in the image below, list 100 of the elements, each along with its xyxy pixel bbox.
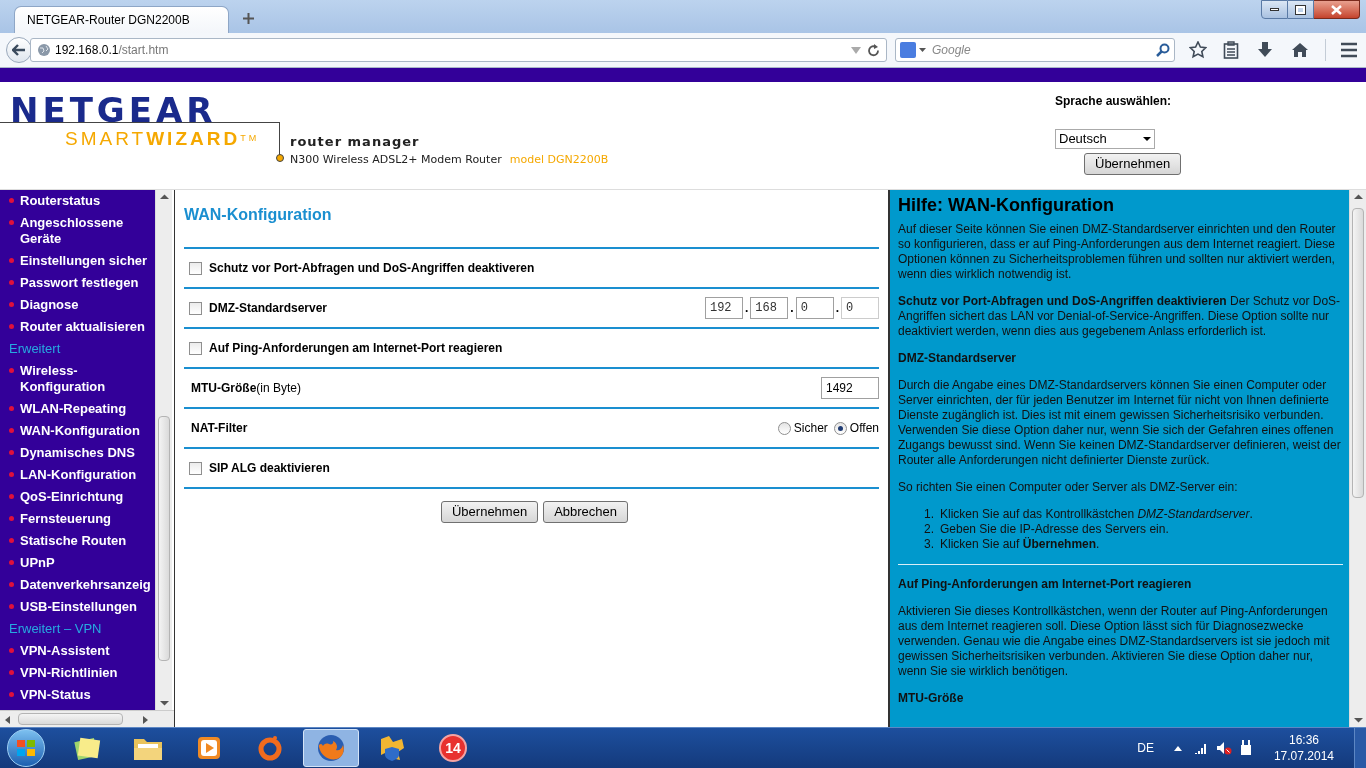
sidebar-link[interactable]: Router aktualisieren [20, 319, 145, 335]
list-number: 1. [924, 507, 935, 522]
sidebar-link[interactable]: Wireless-Konfiguration [20, 363, 106, 395]
bullet-icon [9, 582, 14, 587]
sidebar-link[interactable]: VPN-Richtlinien [20, 665, 118, 681]
clipboard-icon[interactable] [1223, 41, 1239, 59]
sidebar-link[interactable]: WAN-Konfiguration [20, 423, 140, 439]
sidebar-link[interactable]: Einstellungen sicher [20, 253, 148, 269]
apply-button[interactable]: Übernehmen [440, 501, 539, 523]
sidebar-link[interactable]: LAN-Konfiguration [20, 467, 137, 483]
bullet-icon [9, 494, 14, 499]
sidebar-link[interactable]: Dynamisches DNS [20, 445, 135, 461]
list-item: Klicken Sie auf das Kontrollkästchen DMZ-Standardserver. [940, 507, 1253, 522]
caret-icon[interactable] [919, 48, 926, 52]
home-icon[interactable] [1291, 42, 1309, 58]
sidebar-link[interactable]: Passwort festlegen [20, 275, 139, 291]
sidebar-link[interactable]: UPnP [20, 555, 55, 571]
sidebar-link[interactable]: WLAN-Repeating [20, 401, 127, 417]
search-field[interactable]: Google [895, 38, 1175, 62]
field-label: NAT-Filter [191, 420, 248, 437]
new-tab-icon[interactable] [243, 13, 254, 24]
restore-icon[interactable] [1288, 0, 1314, 19]
clock-time[interactable]: 16:36 [1288, 732, 1319, 748]
power-plug-icon[interactable] [1239, 740, 1252, 756]
radio-label: Sicher [793, 420, 828, 437]
scroll-down-icon[interactable] [1354, 717, 1363, 723]
option-label: DMZ-Standardserver [209, 300, 328, 317]
back-arrow-icon [12, 44, 26, 56]
mtu-field[interactable]: 1492 [821, 377, 879, 399]
help-paragraph: Schutz vor Port-Abfragen und DoS-Angriffen deaktivieren Der Schutz vor DoS-Angriffen sichert das LAN vor Denial-of-Service-Angriffen. Diese Option sollte nur deaktiviert werden, wenn dies aus gegebenem Anlass erforderlich ist. [898, 294, 1342, 339]
ip-octet-field[interactable]: 0 [795, 297, 834, 319]
radio-button[interactable] [833, 421, 847, 435]
help-scrollbar[interactable] [1349, 190, 1366, 727]
language-indicator[interactable]: DE [1137, 739, 1154, 757]
bullet-icon [9, 604, 14, 609]
ip-octet-field[interactable]: 168 [750, 297, 789, 319]
checkbox[interactable] [189, 461, 202, 475]
bullet-icon [9, 428, 14, 433]
sidebar-link[interactable]: VPN-Assistent [20, 643, 110, 659]
option-label: Auf Ping-Anforderungen am Internet-Port reagieren [209, 340, 503, 357]
sidebar-link[interactable]: Routerstatus [20, 193, 101, 209]
checkbox[interactable] [189, 301, 202, 315]
scroll-up-icon[interactable] [160, 194, 169, 200]
sidebar-link[interactable]: Angeschlossene Geräte [20, 215, 124, 247]
menu-icon[interactable] [1340, 42, 1358, 58]
media-player-icon [195, 734, 223, 762]
address-bar[interactable]: 192.168.0.1/start.htm [30, 38, 887, 62]
list-number: 2. [924, 522, 935, 537]
field-label: MTU-Größe(in Byte) [191, 380, 301, 397]
start-button[interactable] [7, 729, 45, 767]
minimize-icon[interactable] [1261, 0, 1288, 19]
checkbox[interactable] [189, 261, 202, 275]
signal-icon[interactable] [1193, 742, 1208, 754]
radio-label: Offen [849, 420, 879, 437]
scroll-left-icon[interactable] [5, 716, 10, 724]
scroll-down-icon[interactable] [160, 700, 169, 706]
bullet-icon [9, 560, 14, 565]
bullet-icon [9, 648, 14, 653]
close-icon[interactable] [1314, 0, 1360, 19]
horizontal-scrollbar[interactable] [0, 710, 174, 727]
clock-date[interactable]: 17.07.2014 [1273, 748, 1334, 764]
bullet-icon [9, 472, 14, 477]
apply-language-button[interactable]: Übernehmen [1084, 153, 1182, 175]
muted-speaker-icon[interactable] [1215, 741, 1232, 755]
back-button[interactable] [6, 37, 32, 63]
taskbar-button[interactable]: 14 [425, 729, 481, 767]
sidebar-link[interactable]: VPN-Status [20, 687, 91, 703]
cancel-button[interactable]: Abbrechen [543, 501, 628, 523]
scroll-right-icon[interactable] [143, 716, 148, 724]
sidebar-link[interactable]: Fernsteuerung [20, 511, 111, 527]
sidebar-link[interactable]: QoS-Einrichtung [20, 489, 124, 505]
ip-octet-field[interactable]: 192 [704, 297, 743, 319]
model-name: model DGN2200B [509, 151, 609, 168]
bullet-icon [9, 280, 14, 285]
checkbox[interactable] [189, 341, 202, 355]
firefox-icon [316, 733, 346, 763]
show-hidden-icons-icon[interactable] [1173, 745, 1182, 751]
bullet-icon [9, 450, 14, 455]
reload-icon[interactable] [867, 43, 880, 57]
scroll-up-icon[interactable] [1354, 194, 1363, 200]
search-icon[interactable] [1156, 43, 1170, 57]
bullet-icon [9, 670, 14, 675]
browser-tab[interactable]: NETGEAR-Router DGN2200B [14, 6, 229, 33]
bullet-icon [9, 516, 14, 521]
sidebar-link[interactable]: USB-Einstellungen [20, 599, 137, 615]
sidebar-link[interactable]: Statische Routen [20, 533, 127, 549]
download-icon[interactable] [1257, 41, 1273, 59]
sidebar-scrollbar[interactable] [155, 190, 172, 710]
bullet-icon [9, 302, 14, 307]
dropdown-icon [1143, 137, 1151, 141]
sidebar-link[interactable]: Diagnose [20, 297, 79, 313]
help-heading: Auf Ping-Anforderungen am Internet-Port reagieren [898, 577, 1193, 592]
bookmark-star-icon[interactable] [1189, 41, 1207, 59]
help-paragraph: Durch die Angabe eines DMZ-Standardservers können Sie einen Computer oder Server einrichten, der für jeden Benutzer im Internet für nicht von Ihnen definierte Dienste zugänglich ist. Dies ist mit einem gewissen Sicherheitsrisiko verbunden. Verwenden Sie diese Option daher nur, wenn Sie sich der Gefahren eines offenen Zugangs bewusst sind. Wenn Sie keinen DMZ-Standardserver definieren, weist der Router alle Anforderungen nicht definierter Dienste zurück. [898, 378, 1342, 468]
list-item: Klicken Sie auf Übernehmen. [940, 537, 1100, 552]
sidebar-link[interactable]: Datenverkehrsanzeig [20, 577, 151, 593]
language-select[interactable]: Deutsch [1055, 129, 1155, 149]
ip-octet-field[interactable]: 0 [841, 297, 879, 319]
taskbar-button[interactable] [303, 729, 359, 767]
radio-button[interactable] [777, 421, 791, 435]
